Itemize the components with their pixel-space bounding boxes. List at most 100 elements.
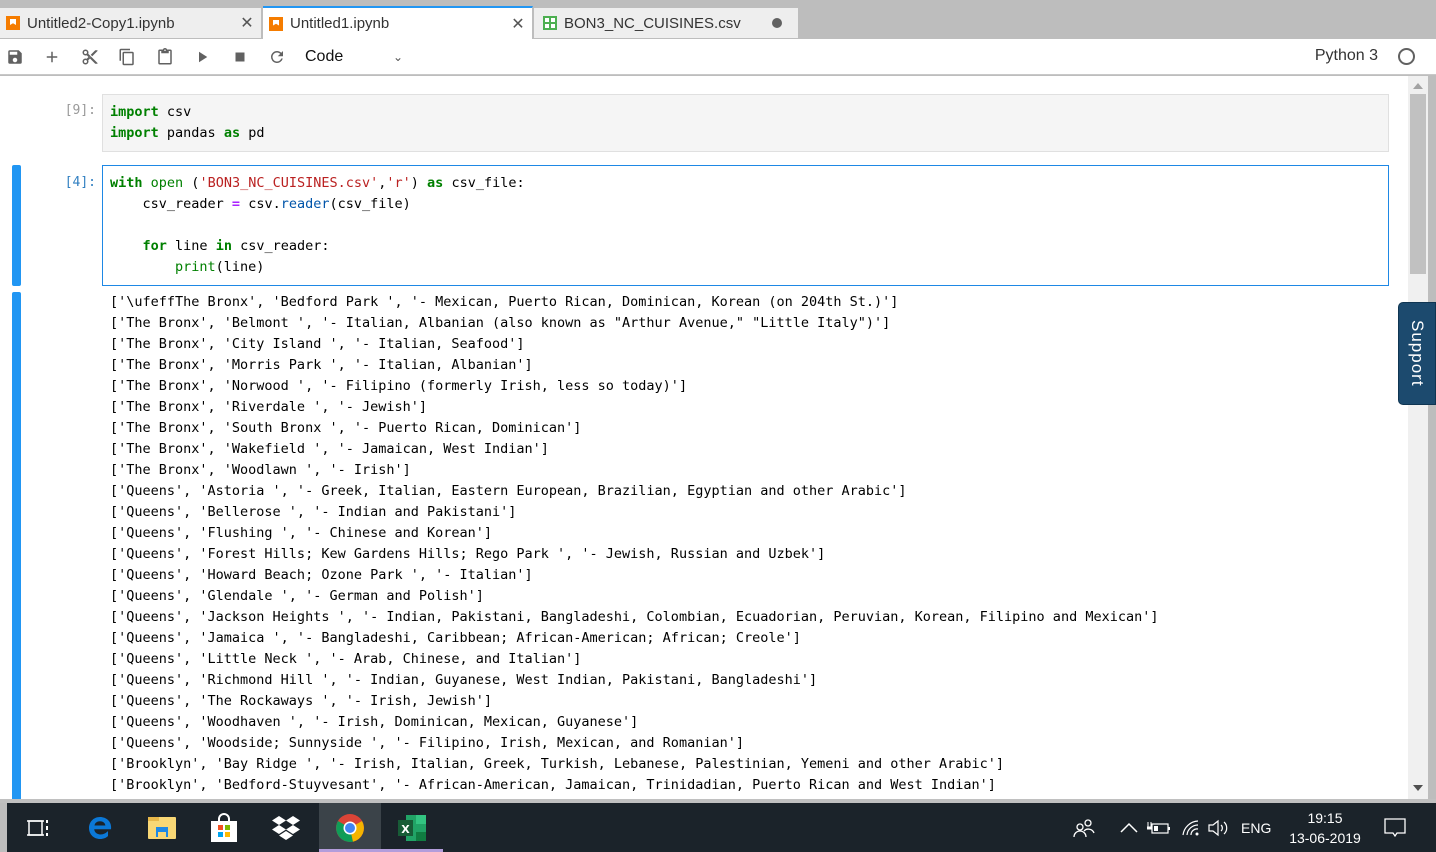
save-icon xyxy=(8,49,22,64)
cell-output-area: ['\ufeffThe Bronx', 'Bedford Park ', '- … xyxy=(0,292,1408,799)
dropbox-icon xyxy=(272,815,300,840)
taskbar-dropbox[interactable] xyxy=(255,803,317,852)
show-hidden-icons-button[interactable] xyxy=(1120,803,1138,852)
document-tab-bar: Untitled2-Copy1.ipynb ✕ Untitled1.ipynb … xyxy=(0,0,1436,39)
code-line: csv_reader = csv.reader(csv_file) xyxy=(110,196,411,212)
volume-icon xyxy=(1208,819,1228,836)
restart-button[interactable] xyxy=(259,40,297,74)
output-line: ['The Bronx', 'Wakefield ', '- Jamaican,… xyxy=(110,441,549,457)
task-view-icon xyxy=(27,819,48,836)
svg-text:X: X xyxy=(401,823,410,836)
output-line: ['The Bronx', 'Norwood ', '- Filipino (f… xyxy=(110,378,688,394)
paste-button[interactable] xyxy=(146,40,184,74)
wifi-button[interactable] xyxy=(1181,803,1201,852)
excel-icon: X xyxy=(398,814,426,841)
cell-type-dropdown[interactable]: Code ⌄ xyxy=(305,48,405,66)
notebook-toolbar: Code ⌄ Python 3 xyxy=(0,39,1436,75)
stdout-output: ['\ufeffThe Bronx', 'Bedford Park ', '- … xyxy=(110,292,1158,796)
support-label: Support xyxy=(1408,320,1427,387)
cut-button[interactable] xyxy=(71,40,109,74)
code-line: for line in csv_reader: xyxy=(142,238,330,254)
jupyterlab-window: Untitled2-Copy1.ipynb ✕ Untitled1.ipynb … xyxy=(0,0,1436,852)
scrollbar-thumb[interactable] xyxy=(1410,94,1426,274)
battery-button[interactable] xyxy=(1147,803,1171,852)
tab-untitled2-copy1[interactable]: Untitled2-Copy1.ipynb ✕ xyxy=(0,8,262,38)
output-line: ['The Bronx', 'Morris Park ', '- Italian… xyxy=(110,357,533,373)
output-line: ['Brooklyn', 'Bay Ridge ', '- Irish, Ita… xyxy=(110,756,1005,772)
tab-label: Untitled1.ipynb xyxy=(290,15,390,32)
close-icon[interactable]: ✕ xyxy=(504,14,532,34)
battery-charging-icon xyxy=(1147,821,1170,834)
output-line: ['The Bronx', 'City Island ', '- Italian… xyxy=(110,336,525,352)
add-cell-icon xyxy=(47,51,58,62)
code-editor[interactable]: with open ('BON3_NC_CUISINES.csv','r') a… xyxy=(102,165,1389,286)
scroll-up-arrow-icon[interactable] xyxy=(1413,83,1423,89)
kernel-name[interactable]: Python 3 xyxy=(1315,47,1378,65)
edge-icon xyxy=(89,816,112,839)
people-button[interactable] xyxy=(1073,803,1095,852)
input-collapser[interactable] xyxy=(12,165,21,286)
output-line: ['Queens', 'Little Neck ', '- Arab, Chin… xyxy=(110,651,582,667)
code-line: with open ('BON3_NC_CUISINES.csv','r') a… xyxy=(110,175,525,191)
unsaved-dot-icon[interactable] xyxy=(772,18,782,28)
code-line: import pandas as pd xyxy=(110,125,265,141)
csv-grid-icon xyxy=(543,16,557,30)
clock-time: 19:15 xyxy=(1307,810,1343,826)
add-cell-button[interactable] xyxy=(34,40,72,74)
scroll-down-arrow-icon[interactable] xyxy=(1413,785,1423,791)
notebook-icon xyxy=(269,16,283,31)
tab-untitled1[interactable]: Untitled1.ipynb ✕ xyxy=(263,6,533,39)
chevron-up-icon xyxy=(1120,822,1138,833)
notebook-scrollbar[interactable] xyxy=(1408,76,1428,799)
volume-button[interactable] xyxy=(1207,803,1231,852)
chevron-down-icon: ⌄ xyxy=(392,49,403,64)
file-explorer-icon xyxy=(148,816,176,839)
output-line: ['Queens', 'Woodside; Sunnyside ', '- Fi… xyxy=(110,735,744,751)
input-language-indicator[interactable]: ENG xyxy=(1241,803,1271,852)
run-button[interactable] xyxy=(184,40,222,74)
output-line: ['Queens', 'Bellerose ', '- Indian and P… xyxy=(110,504,517,520)
output-line: ['The Bronx', 'South Bronx ', '- Puerto … xyxy=(110,420,582,436)
notebook-icon xyxy=(6,16,20,30)
paste-icon xyxy=(158,47,172,64)
cell-type-value: Code xyxy=(305,47,344,65)
taskbar-file-explorer[interactable] xyxy=(131,803,193,852)
people-icon xyxy=(1073,818,1095,837)
output-line: ['Queens', 'Jackson Heights ', '- Indian… xyxy=(110,609,1159,625)
output-line: ['Queens', 'Woodhaven ', '- Irish, Domin… xyxy=(110,714,639,730)
action-center-button[interactable] xyxy=(1384,803,1406,852)
cut-icon xyxy=(82,49,98,64)
save-button[interactable] xyxy=(0,40,34,74)
taskbar-edge[interactable] xyxy=(69,803,131,852)
taskbar-store[interactable] xyxy=(193,803,255,852)
interrupt-button[interactable] xyxy=(221,40,259,74)
store-icon xyxy=(211,812,237,842)
output-line: ['\ufeffThe Bronx', 'Bedford Park ', '- … xyxy=(110,294,899,310)
wifi-icon xyxy=(1182,819,1199,835)
output-line: ['Queens', 'Forest Hills; Kew Gardens Hi… xyxy=(110,546,826,562)
output-line: ['Queens', 'Howard Beach; Ozone Park ', … xyxy=(110,567,533,583)
task-view-button[interactable] xyxy=(7,803,69,852)
window-edge xyxy=(1428,76,1436,799)
run-icon xyxy=(199,51,208,62)
windows-taskbar: X ENG 19:15 13-06-2019 xyxy=(7,803,1436,852)
copy-button[interactable] xyxy=(109,40,147,74)
taskbar-excel[interactable]: X xyxy=(381,803,443,852)
output-collapser[interactable] xyxy=(12,292,21,799)
taskbar-chrome[interactable] xyxy=(319,803,381,852)
notifications-icon xyxy=(1384,817,1406,837)
output-line: ['Queens', 'The Rockaways ', '- Irish, J… xyxy=(110,693,493,709)
tab-label: Untitled2-Copy1.ipynb xyxy=(27,14,175,32)
execution-count-prompt: [9]: xyxy=(64,103,96,118)
output-line: ['Queens', 'Flushing ', '- Chinese and K… xyxy=(110,525,493,541)
output-line: ['Queens', 'Richmond Hill ', '- Indian, … xyxy=(110,672,818,688)
output-line: ['Queens', 'Glendale ', '- German and Po… xyxy=(110,588,484,604)
tab-bon3-nc-cuisines-csv[interactable]: BON3_NC_CUISINES.csv xyxy=(534,8,799,38)
code-editor[interactable]: import csv import pandas as pd xyxy=(102,94,1389,152)
close-icon[interactable]: ✕ xyxy=(233,13,261,33)
support-button[interactable]: Support xyxy=(1398,302,1436,405)
code-line: import csv xyxy=(110,104,192,120)
clock[interactable]: 19:15 13-06-2019 xyxy=(1285,808,1365,848)
output-line: ['Queens', 'Jamaica ', '- Bangladeshi, C… xyxy=(110,630,801,646)
